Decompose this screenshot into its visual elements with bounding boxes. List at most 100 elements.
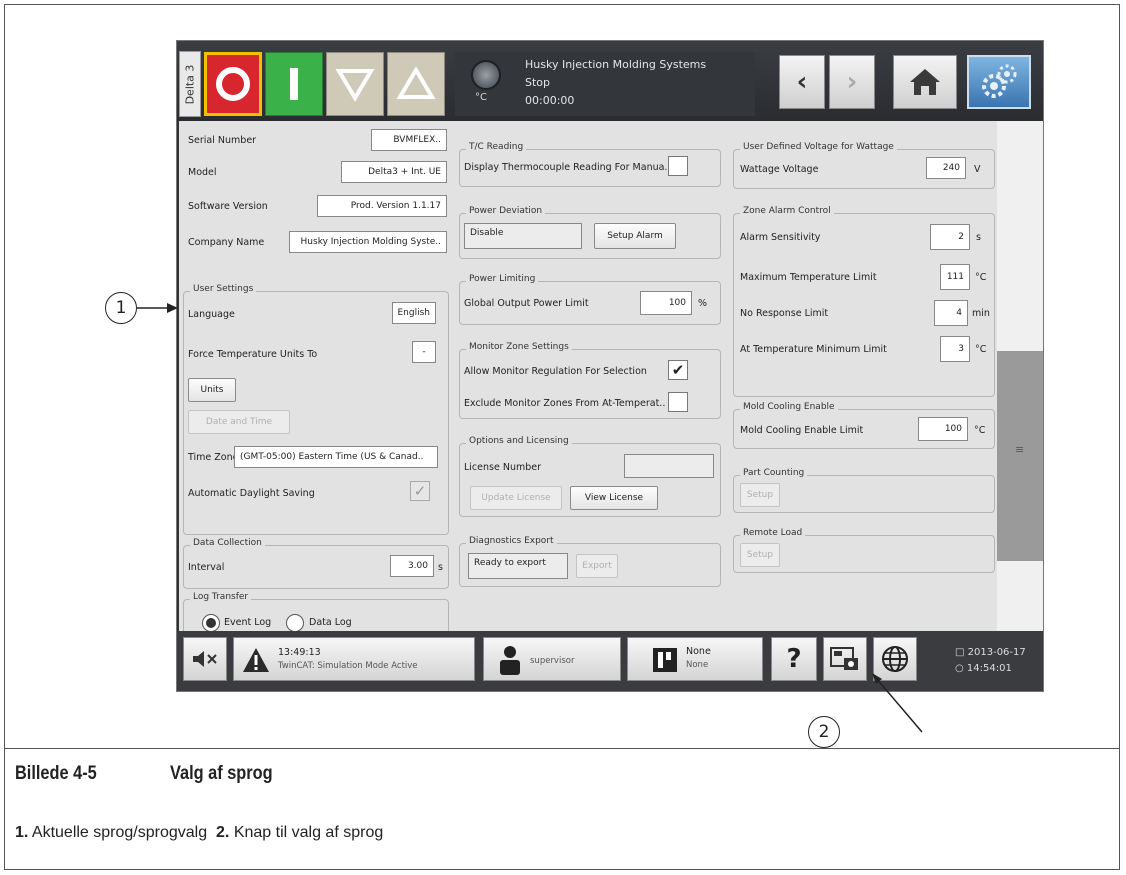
forward-arrow-icon: › [846, 67, 858, 97]
forward-button[interactable]: › [829, 55, 875, 109]
mold-cooling-unit: °C [974, 425, 986, 436]
time-zone-label: Time Zone [188, 452, 239, 463]
remote-load-title: Remote Load [740, 528, 806, 538]
company-name: Husky Injection Molding Systems [525, 58, 707, 71]
date-value: 2013-06-17 [967, 647, 1026, 658]
part-counting-title: Part Counting [740, 468, 808, 478]
mute-icon [193, 651, 217, 667]
cycle-timer: 00:00:00 [525, 94, 575, 107]
wattage-group: User Defined Voltage for Wattage Wattage… [733, 142, 995, 189]
remote-load-group: Remote Load Setup [733, 528, 995, 573]
scrollbar-grip-icon: ≡ [1015, 443, 1025, 456]
calendar-icon: □ [955, 647, 968, 658]
tc-reading-label: Display Thermocouple Reading For Manua.. [464, 162, 671, 173]
legend-item-2-text: Knap til valg af sprog [233, 824, 384, 841]
date-time-button[interactable]: Date and Time [188, 410, 290, 434]
vertical-scrollbar[interactable]: ≡ [997, 121, 1043, 631]
stop-button[interactable] [204, 52, 262, 116]
figure-legend: 1. Aktuelle sprog/sprogvalg 2. Knap til … [15, 824, 383, 842]
legend-item-2-num: 2. [216, 824, 230, 841]
daylight-saving-label: Automatic Daylight Saving [188, 488, 315, 499]
run-button[interactable] [265, 52, 323, 116]
mold-cooling-label: Mold Cooling Enable Limit [740, 425, 864, 436]
part-counting-setup-button[interactable]: Setup [740, 483, 780, 507]
max-temp-label: Maximum Temperature Limit [740, 272, 877, 283]
tc-reading-checkbox[interactable] [668, 156, 688, 176]
run-icon [290, 68, 298, 100]
global-power-limit-unit: % [698, 298, 708, 309]
export-button[interactable]: Export [576, 554, 618, 578]
power-limiting-title: Power Limiting [466, 274, 539, 284]
alarm-sensitivity-input[interactable]: 2 [930, 224, 970, 250]
at-temp-input[interactable]: 3 [940, 336, 970, 362]
allow-monitor-checkbox[interactable]: ✔ [668, 360, 688, 380]
home-icon [910, 69, 940, 95]
power-limiting-group: Power Limiting Global Output Power Limit… [459, 274, 721, 325]
update-license-button[interactable]: Update License [470, 486, 562, 510]
screenshot-button[interactable] [823, 637, 867, 681]
units-button[interactable]: Units [188, 378, 236, 402]
figure-number: Billede 4-5 [15, 763, 97, 784]
gauge-icon [471, 60, 501, 90]
settings-button[interactable] [967, 55, 1031, 109]
company-name-label: Company Name [188, 237, 265, 248]
machine-tab-label: Delta 3 [183, 64, 197, 104]
mold-button[interactable]: None None [627, 637, 763, 681]
force-units-selector[interactable]: - [412, 341, 436, 363]
decrease-button[interactable] [326, 52, 384, 116]
increase-button[interactable] [387, 52, 445, 116]
language-label: Language [188, 309, 235, 320]
license-number-label: License Number [464, 462, 541, 473]
time-zone-selector[interactable]: (GMT-05:00) Eastern Time (US & Canad.. [234, 446, 438, 468]
log-transfer-title: Log Transfer [190, 592, 252, 602]
user-settings-group: User Settings Language English Force Tem… [183, 284, 449, 535]
exclude-monitor-checkbox[interactable] [668, 392, 688, 412]
power-deviation-group: Power Deviation Disable Setup Alarm [459, 206, 721, 259]
setup-alarm-button[interactable]: Setup Alarm [594, 223, 676, 249]
allow-monitor-label: Allow Monitor Regulation For Selection [464, 366, 647, 377]
alarm-banner[interactable]: 13:49:13 TwinCAT: Simulation Mode Active [233, 637, 475, 681]
event-log-label: Event Log [224, 617, 272, 628]
global-power-limit-input[interactable]: 100 [640, 291, 692, 315]
power-deviation-value: Disable [464, 223, 582, 249]
interval-unit: s [438, 562, 443, 573]
mold-cooling-group: Mold Cooling Enable Mold Cooling Enable … [733, 402, 995, 449]
max-temp-unit: °C [975, 272, 987, 283]
legend-item-1-num: 1. [15, 824, 29, 841]
clock-icon: ○ [955, 663, 967, 674]
back-button[interactable]: ‹ [779, 55, 825, 109]
scrollbar-thumb[interactable] [997, 351, 1043, 561]
temp-unit: °C [475, 92, 487, 103]
exclude-monitor-label: Exclude Monitor Zones From At-Temperat.. [464, 398, 666, 409]
interval-label: Interval [188, 562, 225, 573]
home-button[interactable] [893, 55, 957, 109]
licensing-title: Options and Licensing [466, 436, 572, 446]
event-log-radio[interactable] [202, 614, 220, 632]
interval-input[interactable]: 3.00 [390, 555, 434, 577]
warning-icon [243, 648, 269, 672]
current-time: ○ 14:54:01 [955, 663, 1012, 674]
alarm-time: 13:49:13 [278, 647, 321, 658]
wattage-voltage-input[interactable]: 240 [926, 157, 966, 179]
global-power-limit-label: Global Output Power Limit [464, 298, 589, 309]
back-arrow-icon: ‹ [796, 67, 808, 97]
diagnostics-group: Diagnostics Export Ready to export Expor… [459, 536, 721, 587]
power-deviation-title: Power Deviation [466, 206, 546, 216]
machine-tab[interactable]: Delta 3 [179, 51, 201, 117]
mold-cooling-input[interactable]: 100 [918, 417, 968, 441]
software-version-value: Prod. Version 1.1.17 [317, 195, 447, 217]
screenshot-icon [830, 647, 858, 670]
help-button[interactable]: ? [771, 637, 817, 681]
daylight-saving-checkbox[interactable]: ✓ [410, 481, 430, 501]
remote-load-setup-button[interactable]: Setup [740, 543, 780, 567]
user-button[interactable]: supervisor [483, 637, 621, 681]
user-settings-title: User Settings [190, 284, 257, 294]
model-value: Delta3 + Int. UE [341, 161, 447, 183]
max-temp-input[interactable]: 111 [940, 264, 970, 290]
view-license-button[interactable]: View License [570, 486, 658, 510]
mute-button[interactable] [183, 637, 227, 681]
data-log-radio[interactable] [286, 614, 304, 632]
language-selector[interactable]: English [392, 302, 436, 324]
callout-1: 1 [105, 292, 137, 324]
no-response-input[interactable]: 4 [934, 300, 968, 326]
